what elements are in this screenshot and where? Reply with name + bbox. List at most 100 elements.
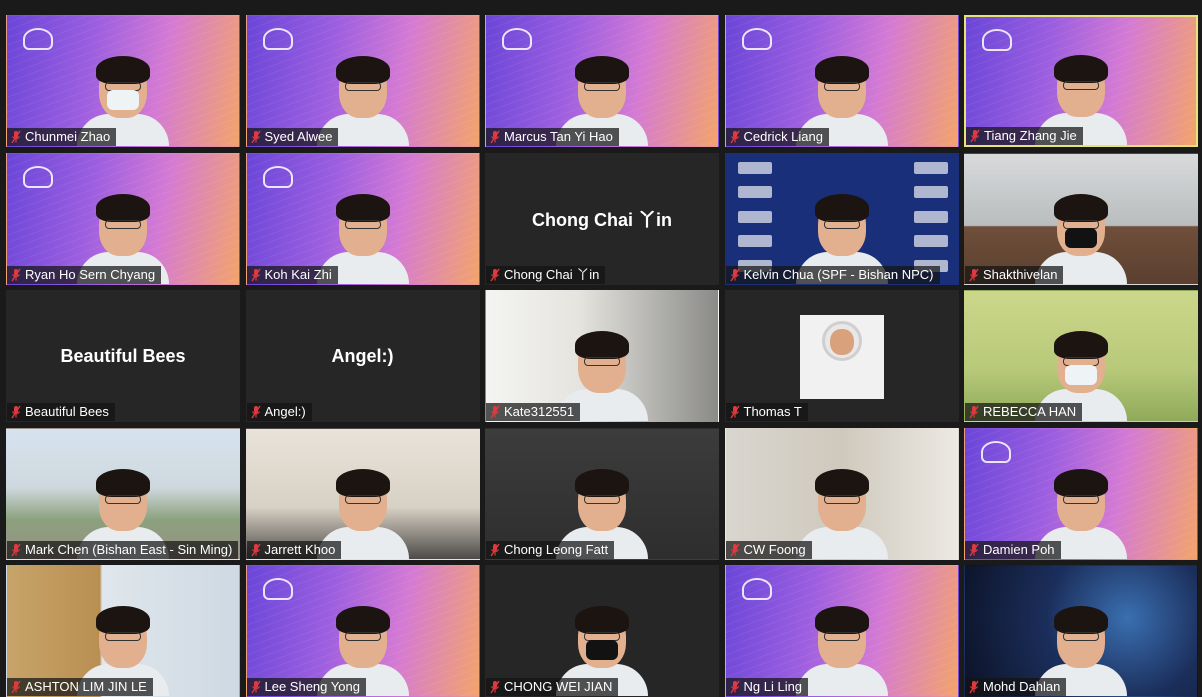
participant-tile[interactable]: Chong Leong Fatt: [485, 427, 719, 560]
mic-muted-icon: [729, 405, 740, 419]
participant-tile[interactable]: Thomas T: [724, 290, 959, 422]
mic-muted-icon: [729, 130, 740, 144]
participant-tile[interactable]: Ng Li Ling: [724, 565, 959, 697]
participant-name-label: Koh Kai Zhi: [246, 265, 338, 284]
participant-name-label: Ryan Ho Sern Chyang: [7, 265, 162, 284]
event-logo-icon: [741, 28, 772, 50]
participant-tile[interactable]: CHONG WEI JIAN: [485, 565, 719, 697]
mic-muted-icon: [490, 543, 500, 557]
video-off-name: Angel:): [331, 345, 394, 366]
participant-name-label: CW Foong: [725, 540, 812, 559]
event-logo-icon: [23, 28, 53, 50]
mic-muted-icon: [250, 543, 261, 557]
mic-muted-icon: [729, 268, 740, 282]
participant-name: REBECCA HAN: [983, 404, 1077, 419]
participant-name-label: Ng Li Ling: [725, 678, 809, 696]
participant-name: Chong Chai 丫in: [504, 266, 600, 282]
participant-name-label: CHONG WEI JIAN: [486, 678, 619, 696]
participant-name-label: Kate312551: [486, 403, 581, 421]
participant-tile[interactable]: REBECCA HAN: [964, 290, 1198, 422]
participant-tile[interactable]: Damien Poh: [964, 427, 1198, 560]
mic-muted-icon: [11, 680, 21, 694]
mic-muted-icon: [970, 129, 980, 143]
event-logo-icon: [982, 29, 1012, 51]
participant-name: Kelvin Chua (SPF - Bishan NPC): [743, 266, 934, 282]
participant-name: Mark Chen (Bishan East - Sin Ming): [25, 541, 233, 557]
participant-name: Angel:): [264, 404, 306, 419]
event-logo-icon: [262, 165, 293, 188]
participant-tile[interactable]: Syed Alwee: [245, 15, 480, 147]
participant-name: Jarrett Khoo: [264, 541, 336, 557]
video-off-name: Chong Chai 丫in: [532, 209, 672, 230]
participant-grid: Chunmei Zhao Syed Alwee Marcus Tan Yi Hao C…: [0, 0, 1202, 697]
participant-name-label: Kelvin Chua (SPF - Bishan NPC): [725, 265, 940, 284]
participant-tile[interactable]: Mohd Dahlan: [964, 565, 1198, 697]
participant-tile[interactable]: Tiang Zhang Jie: [964, 15, 1198, 147]
mic-muted-icon: [11, 405, 21, 419]
participant-name: Cedrick Liang: [743, 129, 824, 144]
police-backdrop-logos: [737, 161, 772, 272]
mic-muted-icon: [969, 405, 979, 419]
video-off-name: Beautiful Bees: [60, 345, 186, 366]
participant-name-label: Mohd Dahlan: [965, 678, 1067, 696]
participant-name-label: REBECCA HAN: [965, 403, 1083, 421]
participant-video: [795, 606, 888, 696]
participant-tile[interactable]: CW Foong: [724, 427, 959, 560]
participant-tile[interactable]: Ryan Ho Sern Chyang: [6, 152, 240, 285]
participant-tile[interactable]: Koh Kai Zhi: [245, 152, 480, 285]
participant-name-label: Tiang Zhang Jie: [966, 127, 1083, 145]
participant-name-label: Chunmei Zhao: [7, 128, 117, 146]
event-logo-icon: [981, 440, 1011, 463]
participant-name: Thomas T: [743, 404, 802, 419]
participant-tile[interactable]: Mark Chen (Bishan East - Sin Ming): [6, 427, 240, 560]
participant-name: Tiang Zhang Jie: [984, 128, 1077, 143]
mic-muted-icon: [11, 130, 21, 144]
mic-muted-icon: [250, 268, 261, 282]
participant-tile[interactable]: Chunmei Zhao: [6, 15, 240, 147]
participant-tile[interactable]: Chong Chai 丫in Chong Chai 丫in: [485, 152, 719, 285]
participant-name-label: Jarrett Khoo: [246, 540, 342, 559]
participant-name-label: Chong Chai 丫in: [486, 265, 606, 284]
participant-name-label: Damien Poh: [965, 540, 1061, 559]
mic-muted-icon: [11, 543, 21, 557]
participant-name: Beautiful Bees: [25, 404, 109, 419]
participant-name: ASHTON LIM JIN LE: [25, 679, 147, 694]
astronaut-avatar: [799, 315, 884, 399]
participant-tile[interactable]: Cedrick Liang: [724, 15, 959, 147]
event-logo-icon: [23, 165, 53, 188]
event-logo-icon: [262, 28, 293, 50]
participant-tile[interactable]: Angel:) Angel:): [245, 290, 480, 422]
mic-muted-icon: [729, 543, 740, 557]
participant-tile[interactable]: Kelvin Chua (SPF - Bishan NPC): [724, 152, 959, 285]
participant-name: Mohd Dahlan: [983, 679, 1061, 694]
participant-tile[interactable]: Kate312551: [485, 290, 719, 422]
participant-name-label: Cedrick Liang: [725, 128, 829, 146]
participant-name: CHONG WEI JIAN: [504, 679, 613, 694]
mic-muted-icon: [250, 405, 261, 419]
participant-name-label: ASHTON LIM JIN LE: [7, 678, 153, 696]
participant-name: Kate312551: [504, 404, 575, 419]
participant-name-label: Angel:): [246, 403, 312, 421]
participant-name-label: Beautiful Bees: [7, 403, 115, 421]
participant-name: Ryan Ho Sern Chyang: [25, 266, 156, 282]
mic-muted-icon: [250, 680, 261, 694]
event-logo-icon: [262, 578, 293, 600]
participant-tile[interactable]: Marcus Tan Yi Hao: [485, 15, 719, 147]
participant-name: CW Foong: [743, 541, 806, 557]
participant-tile[interactable]: Beautiful Bees Beautiful Bees: [6, 290, 240, 422]
participant-name: Koh Kai Zhi: [264, 266, 332, 282]
participant-name: Marcus Tan Yi Hao: [504, 129, 613, 144]
participant-tile[interactable]: Shakthivelan: [964, 152, 1198, 285]
participant-name: Damien Poh: [983, 541, 1055, 557]
mic-muted-icon: [729, 680, 740, 694]
mic-muted-icon: [969, 680, 979, 694]
participant-tile[interactable]: Jarrett Khoo: [245, 427, 480, 560]
police-backdrop-logos: [913, 161, 948, 272]
mic-muted-icon: [250, 130, 261, 144]
participant-tile[interactable]: Lee Sheng Yong: [245, 565, 480, 697]
participant-name: Syed Alwee: [264, 129, 333, 144]
mic-muted-icon: [11, 268, 21, 282]
mic-muted-icon: [490, 130, 500, 144]
participant-name-label: Marcus Tan Yi Hao: [486, 128, 619, 146]
participant-tile[interactable]: ASHTON LIM JIN LE: [6, 565, 240, 697]
